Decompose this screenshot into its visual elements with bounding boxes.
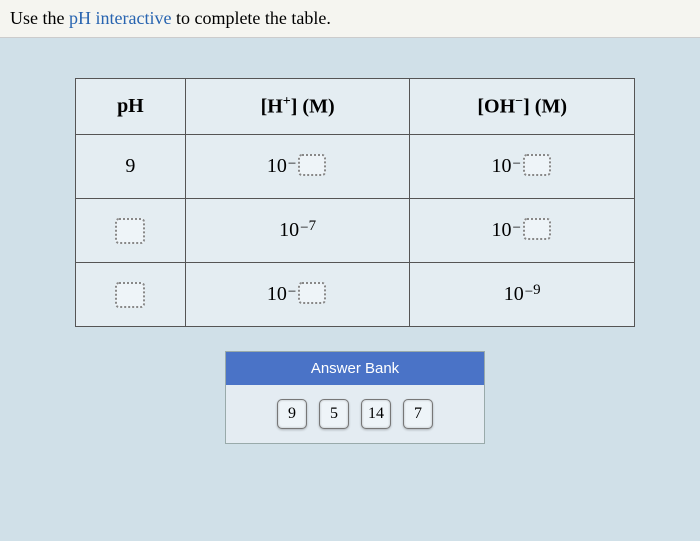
h-exp-dropzone[interactable] (298, 154, 326, 176)
h-conc-cell: 10− (185, 135, 410, 199)
instruction-text: Use the pH interactive to complete the t… (0, 0, 700, 38)
ph-cell (76, 263, 186, 327)
content-area: pH [H+] (M) [OH−] (M) 9 10− 10− (0, 38, 700, 454)
ph-dropzone[interactable] (115, 218, 145, 244)
ph-cell: 9 (76, 135, 186, 199)
h-conc-cell: 10−7 (185, 199, 410, 263)
h-base: 10 (279, 220, 299, 240)
oh-conc-cell: 10− (410, 199, 635, 263)
minus-sign: − (512, 221, 520, 236)
h-base: 10 (267, 156, 287, 176)
answer-chip[interactable]: 14 (361, 399, 391, 429)
answer-chip[interactable]: 7 (403, 399, 433, 429)
answer-bank-title: Answer Bank (226, 352, 484, 385)
instruction-suffix: to complete the table. (171, 8, 330, 28)
answer-bank-items: 9 5 14 7 (226, 385, 484, 443)
minus-sign: − (288, 157, 296, 172)
header-ph: pH (76, 79, 186, 135)
oh-base: 10 (491, 156, 511, 176)
oh-exp-dropzone[interactable] (523, 154, 551, 176)
minus-sign: − (512, 157, 520, 172)
h-exp-dropzone[interactable] (298, 282, 326, 304)
answer-chip[interactable]: 9 (277, 399, 307, 429)
ph-dropzone[interactable] (115, 282, 145, 308)
minus-sign: − (525, 285, 533, 300)
answer-bank: Answer Bank 9 5 14 7 (225, 351, 485, 444)
ph-interactive-link[interactable]: pH interactive (69, 8, 171, 28)
answer-chip[interactable]: 5 (319, 399, 349, 429)
header-h-conc: [H+] (M) (185, 79, 410, 135)
table-row: 10−7 10− (76, 199, 635, 263)
table-row: 9 10− 10− (76, 135, 635, 199)
oh-conc-cell: 10−9 (410, 263, 635, 327)
h-base: 10 (267, 284, 287, 304)
ph-table: pH [H+] (M) [OH−] (M) 9 10− 10− (75, 78, 635, 327)
h-conc-cell: 10− (185, 263, 410, 327)
oh-exp-value: 9 (533, 283, 541, 298)
minus-sign: − (300, 221, 308, 236)
oh-base: 10 (504, 284, 524, 304)
minus-sign: − (288, 285, 296, 300)
ph-value: 9 (125, 155, 135, 177)
table-row: 10− 10−9 (76, 263, 635, 327)
ph-cell (76, 199, 186, 263)
instruction-prefix: Use the (10, 8, 69, 28)
oh-exp-dropzone[interactable] (523, 218, 551, 240)
h-exp-value: 7 (309, 219, 317, 234)
oh-base: 10 (491, 220, 511, 240)
oh-conc-cell: 10− (410, 135, 635, 199)
header-oh-conc: [OH−] (M) (410, 79, 635, 135)
